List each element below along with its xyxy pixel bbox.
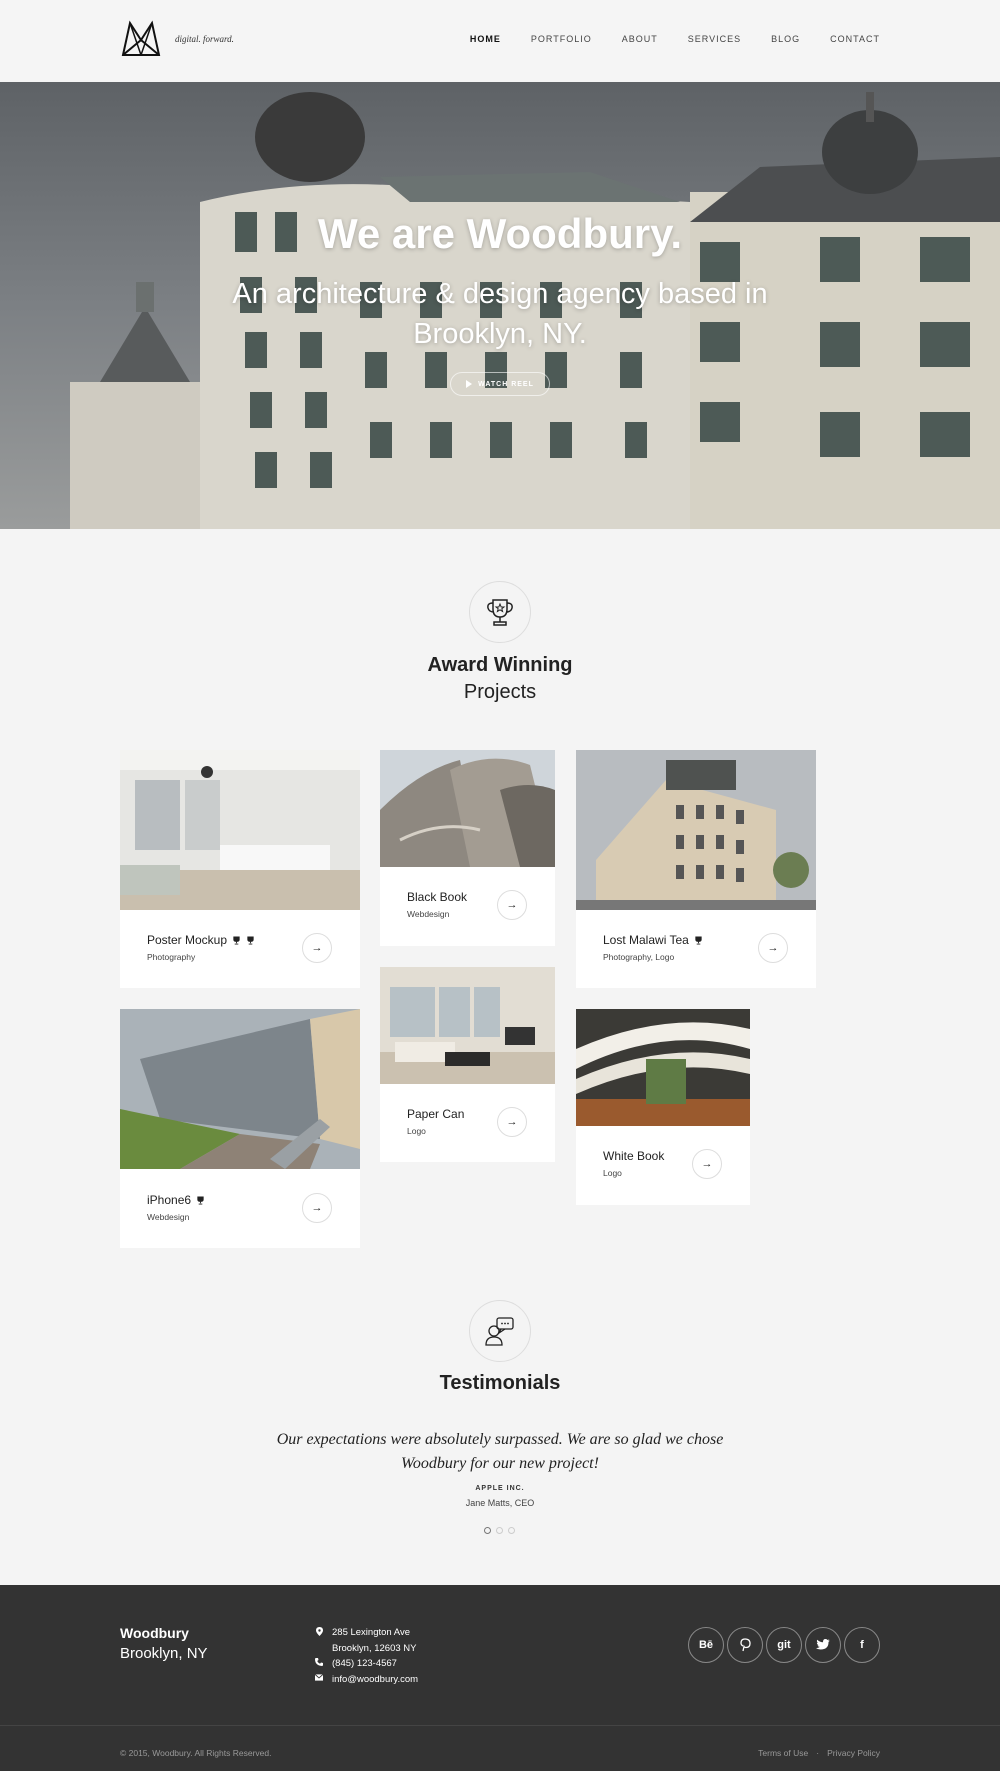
hero-banner: We are Woodbury. An architecture & desig… [0,82,1000,529]
footer-divider [0,1725,1000,1726]
project-title-row: Black Book [407,890,467,904]
footer-company-name: Woodbury [120,1625,189,1641]
play-icon [466,380,473,388]
arrow-right-icon[interactable]: → [302,1193,332,1223]
pagination-dot-3[interactable] [508,1527,515,1534]
phone-icon [315,1658,323,1666]
project-category: Photography, Logo [603,952,675,962]
project-image [576,1009,750,1126]
main-nav: HOME PORTFOLIO ABOUT SERVICES BLOG CONTA… [470,34,880,44]
award-icon [197,1195,204,1205]
trophy-icon [469,581,531,643]
hero-title: We are Woodbury. [317,210,683,257]
testimonial-pagination [484,1527,515,1534]
awards-title: Award Winning [427,654,573,676]
project-card-poster-mockup[interactable]: Poster Mockup Photography → [120,750,360,988]
project-title: Black Book [407,890,468,904]
nav-blog[interactable]: BLOG [771,34,800,44]
project-category: Webdesign [407,909,450,919]
project-title: iPhone6 [147,1193,192,1207]
arrow-right-icon[interactable]: → [692,1149,722,1179]
privacy-link[interactable]: Privacy Policy [827,1748,880,1758]
project-title-row: iPhone6 [147,1193,205,1207]
project-title: Lost Malawi Tea [603,933,689,947]
copyright: © 2015, Woodbury. All Rights Reserved. [120,1748,272,1758]
pagination-dot-1[interactable] [484,1527,491,1534]
twitter-icon[interactable] [805,1627,841,1663]
arrow-right-icon[interactable]: → [497,1107,527,1137]
project-title-row: Poster Mockup [147,933,255,947]
project-title-row: Lost Malawi Tea [603,933,703,947]
project-card-paper-can[interactable]: Paper Can Logo → [380,967,555,1162]
watch-reel-button[interactable]: WATCH REEL [450,372,550,396]
project-category: Webdesign [147,1212,190,1222]
project-title: White Book [603,1149,665,1163]
address-line-1: 285 Lexington Ave [332,1627,411,1638]
behance-icon[interactable]: Bē [688,1627,724,1663]
award-icon [247,935,254,945]
project-title-row: Paper Can [407,1107,464,1121]
project-category: Logo [603,1168,622,1178]
pagination-dot-2[interactable] [496,1527,503,1534]
testimonial-quote: Our expectations were absolutely surpass… [276,1431,724,1472]
address-line-2: Brooklyn, 12603 NY [332,1642,417,1654]
project-card-white-book[interactable]: White Book Logo → [576,1009,750,1205]
chat-user-icon [469,1300,531,1362]
github-icon[interactable]: git [766,1627,802,1663]
arrow-right-icon[interactable]: → [302,933,332,963]
footer-contact: 285 Lexington Ave Brooklyn, 12603 NY (84… [315,1627,418,1689]
award-icon [233,935,240,945]
envelope-icon [315,1673,323,1681]
project-image [120,750,360,910]
phone-number[interactable]: (845) 123-4567 [332,1658,397,1669]
project-image [380,750,555,867]
arrow-right-icon[interactable]: → [497,890,527,920]
project-card-black-book[interactable]: Black Book Webdesign → [380,750,555,946]
legal-links: Terms of Use · Privacy Policy [758,1748,880,1758]
footer-city: Brooklyn, NY [120,1645,208,1662]
watch-reel-label: WATCH REEL [478,380,534,388]
awards-subtitle: Projects [463,681,537,703]
project-category: Logo [407,1126,426,1136]
nav-home[interactable]: HOME [470,34,501,44]
site-header: digital. forward. HOME PORTFOLIO ABOUT S… [0,0,1000,82]
tagline: digital. forward. [175,34,234,44]
project-image [576,750,816,910]
hero-subtitle: An architecture & design agency based in… [232,278,768,350]
site-footer: Woodbury Brooklyn, NY 285 Lexington Ave … [0,1585,1000,1771]
nav-portfolio[interactable]: PORTFOLIO [531,34,592,44]
nav-about[interactable]: ABOUT [622,34,658,44]
testimonials-title: Testimonials [439,1372,561,1394]
map-pin-icon [315,1627,323,1636]
testimonial-author: Jane Matts, CEO [465,1498,535,1508]
testimonial-company: APPLE INC. [475,1485,525,1492]
nav-services[interactable]: SERVICES [688,34,741,44]
project-title: Paper Can [407,1107,465,1121]
award-icon [695,935,702,945]
project-image [120,1009,360,1169]
email-link[interactable]: info@woodbury.com [332,1674,418,1685]
pinterest-icon[interactable] [727,1627,763,1663]
project-title-row: White Book [603,1149,664,1163]
terms-link[interactable]: Terms of Use [758,1748,808,1758]
project-category: Photography [147,952,196,962]
nav-contact[interactable]: CONTACT [830,34,880,44]
facebook-icon[interactable]: f [844,1627,880,1663]
legal-separator: · [816,1748,820,1758]
project-card-iphone6[interactable]: iPhone6 Webdesign → [120,1009,360,1248]
woodbury-logo[interactable] [120,20,162,58]
arrow-right-icon[interactable]: → [758,933,788,963]
project-card-lost-malawi-tea[interactable]: Lost Malawi Tea Photography, Logo → [576,750,816,988]
social-links: Bē git f [688,1627,880,1663]
project-title: Poster Mockup [147,933,228,947]
project-image [380,967,555,1084]
